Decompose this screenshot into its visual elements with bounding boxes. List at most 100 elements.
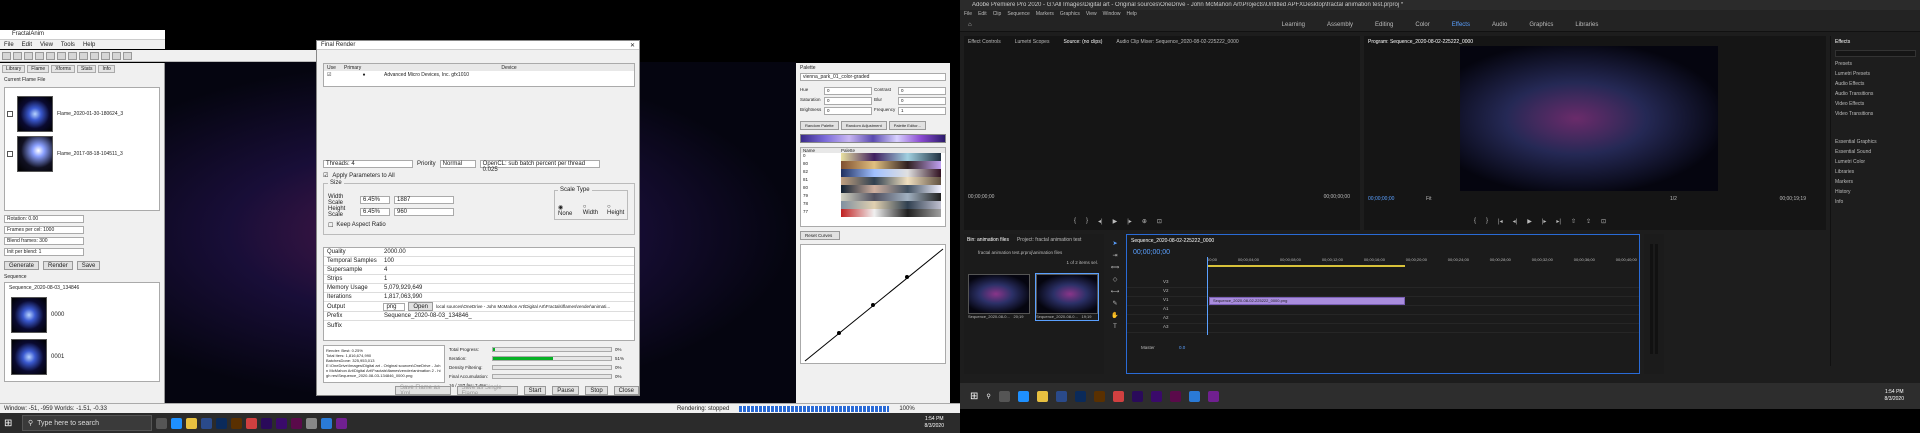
program-timecode-left[interactable]: 00;00;00;00 xyxy=(1368,196,1394,202)
threads-field[interactable]: Threads: 4 xyxy=(323,159,413,168)
workspace-libraries[interactable]: Libraries xyxy=(1575,22,1598,28)
taskbar-search[interactable]: ⚲ Type here to search xyxy=(22,415,152,431)
workspace-assembly[interactable]: Assembly xyxy=(1327,22,1353,28)
new-icon[interactable] xyxy=(2,52,11,60)
scale-none-radio[interactable]: ◉ None xyxy=(558,204,577,217)
close-icon[interactable]: ✕ xyxy=(630,42,635,49)
saturation-field[interactable]: 0 xyxy=(824,97,872,105)
menu-tools[interactable]: Tools xyxy=(61,42,75,48)
mark-in-icon[interactable]: { xyxy=(1074,218,1076,225)
effects-search[interactable] xyxy=(1835,50,1916,57)
workspace-audio[interactable]: Audio xyxy=(1492,22,1507,28)
palette-swatch[interactable] xyxy=(841,177,941,185)
play-icon[interactable]: ▶ xyxy=(1527,218,1532,225)
source-timecode-left[interactable]: 00;00;00;00 xyxy=(968,194,994,200)
palette-swatch[interactable] xyxy=(841,169,941,177)
checkbox[interactable]: ☑ xyxy=(323,172,328,179)
render-button[interactable]: Render xyxy=(43,261,73,270)
aftereffects-icon[interactable] xyxy=(1150,390,1162,402)
frequency-field[interactable]: 1 xyxy=(898,107,946,115)
menu-edit[interactable]: Edit xyxy=(978,11,987,17)
edge-icon[interactable] xyxy=(1017,390,1029,402)
lightroom-icon[interactable] xyxy=(1055,390,1067,402)
panel-libraries[interactable]: Libraries xyxy=(1831,167,1920,177)
aftereffects-icon[interactable] xyxy=(276,417,287,429)
pen-tool-icon[interactable]: ✎ xyxy=(1112,300,1117,307)
output-format-select[interactable]: png xyxy=(383,302,406,311)
insert-icon[interactable]: ⊕ xyxy=(1142,218,1147,225)
menu-clip[interactable]: Clip xyxy=(993,11,1002,17)
xd-icon[interactable] xyxy=(1169,390,1181,402)
menu-view[interactable]: View xyxy=(40,42,53,48)
work-area-bar[interactable] xyxy=(1207,265,1405,267)
explorer-icon[interactable] xyxy=(1036,390,1048,402)
menu-graphics[interactable]: Graphics xyxy=(1060,11,1080,17)
palette-row-name[interactable]: 0 xyxy=(801,153,841,161)
xd-icon[interactable] xyxy=(291,417,302,429)
timeline-timecode[interactable]: 00;00;00;00 xyxy=(1133,249,1170,256)
panel-info[interactable]: Info xyxy=(1831,197,1920,207)
mark-in-icon[interactable]: { xyxy=(1474,218,1476,225)
timeline-clip[interactable]: Sequence_2020-08-02-225222_0000.png xyxy=(1209,297,1405,305)
tab-library[interactable]: Library xyxy=(2,65,26,73)
program-fit[interactable]: Fit xyxy=(1426,196,1432,202)
strips-value[interactable]: 1 xyxy=(384,276,387,282)
quality-value[interactable]: 2000.00 xyxy=(384,249,406,255)
brightness-field[interactable]: 0 xyxy=(824,107,872,115)
close-button[interactable]: Close xyxy=(613,386,639,395)
track-select-icon[interactable]: ⇥ xyxy=(1112,252,1117,259)
init-per-blend-field[interactable]: Init per blend: 1 xyxy=(4,247,84,256)
vscode-icon[interactable] xyxy=(1188,390,1200,402)
checkbox[interactable]: ☑ xyxy=(324,72,344,78)
effects-audio-transitions[interactable]: Audio Transitions xyxy=(1831,89,1920,99)
ripple-edit-icon[interactable]: ⟺ xyxy=(1111,264,1120,271)
step-forward-icon[interactable]: |▸ xyxy=(1127,218,1132,225)
list-item[interactable]: 0001 xyxy=(11,339,64,375)
save-button[interactable]: Save xyxy=(76,261,101,270)
curves-editor[interactable] xyxy=(800,244,946,364)
slip-tool-icon[interactable]: ⟷ xyxy=(1111,288,1120,295)
supersample-value[interactable]: 4 xyxy=(384,267,387,273)
palette-swatch[interactable] xyxy=(841,193,941,201)
blur-field[interactable]: 0 xyxy=(898,97,946,105)
contrast-field[interactable]: 0 xyxy=(898,87,946,95)
lift-icon[interactable]: ⇧ xyxy=(1571,218,1576,225)
palette-swatch[interactable] xyxy=(841,161,941,169)
random-palette-button[interactable]: Random Palette xyxy=(800,121,839,130)
palette-row-name[interactable]: 81 xyxy=(801,177,841,185)
effects-video-transitions[interactable]: Video Transitions xyxy=(1831,109,1920,119)
width-pct-field[interactable]: 6.45% xyxy=(360,196,390,204)
redo-icon[interactable] xyxy=(57,52,66,60)
blend-frames-field[interactable]: Blend frames: 300 xyxy=(4,236,84,245)
open-icon[interactable] xyxy=(13,52,22,60)
palette-row-name[interactable]: 77 xyxy=(801,209,841,217)
scale-width-radio[interactable]: ○ Width xyxy=(583,204,601,217)
taskbar-clock[interactable]: 1:54 PM 8/3/2020 xyxy=(1885,389,1904,403)
list-item[interactable]: Sequence_2020-08-0... 19;19 xyxy=(1035,273,1099,321)
stop-button[interactable]: Stop xyxy=(585,386,608,395)
vscode-icon[interactable] xyxy=(321,417,332,429)
tab-sequence[interactable]: Sequence_2020-08-02-225222_0000 xyxy=(1131,238,1214,244)
panel-markers[interactable]: Markers xyxy=(1831,177,1920,187)
tab-xforms[interactable]: Xforms xyxy=(51,65,76,73)
edge-icon[interactable] xyxy=(171,417,182,429)
go-out-icon[interactable]: ▸| xyxy=(1556,218,1561,225)
tab-lumetri-scopes[interactable]: Lumetri Scopes xyxy=(1015,39,1050,45)
panel-essential-sound[interactable]: Essential Sound xyxy=(1831,147,1920,157)
opencl-field[interactable]: OpenCL: sub batch percent per thread 0.0… xyxy=(479,159,600,173)
move-icon[interactable] xyxy=(90,52,99,60)
palette-row-name[interactable]: 82 xyxy=(801,169,841,177)
list-item[interactable]: Flame_2017-08-18-104511_3 xyxy=(7,136,123,172)
step-back-icon[interactable]: ◂| xyxy=(1513,218,1518,225)
taskbar-clock[interactable]: 1:54 PM 8/3/2020 xyxy=(925,416,944,430)
tab-stats[interactable]: Stats xyxy=(77,65,97,73)
mark-out-icon[interactable]: } xyxy=(1086,218,1088,225)
export-frame-icon[interactable]: ⊡ xyxy=(1601,218,1606,225)
start-button[interactable]: Start xyxy=(523,386,547,395)
playhead[interactable] xyxy=(1207,257,1208,335)
height-px-field[interactable]: 960 xyxy=(394,208,454,216)
table-row[interactable]: ☑ ● Advanced Micro Devices, Inc. gfx1010 xyxy=(324,71,634,79)
menu-view[interactable]: View xyxy=(1086,11,1097,17)
workspace-effects[interactable]: Effects xyxy=(1452,22,1470,28)
checkbox[interactable] xyxy=(7,111,13,117)
